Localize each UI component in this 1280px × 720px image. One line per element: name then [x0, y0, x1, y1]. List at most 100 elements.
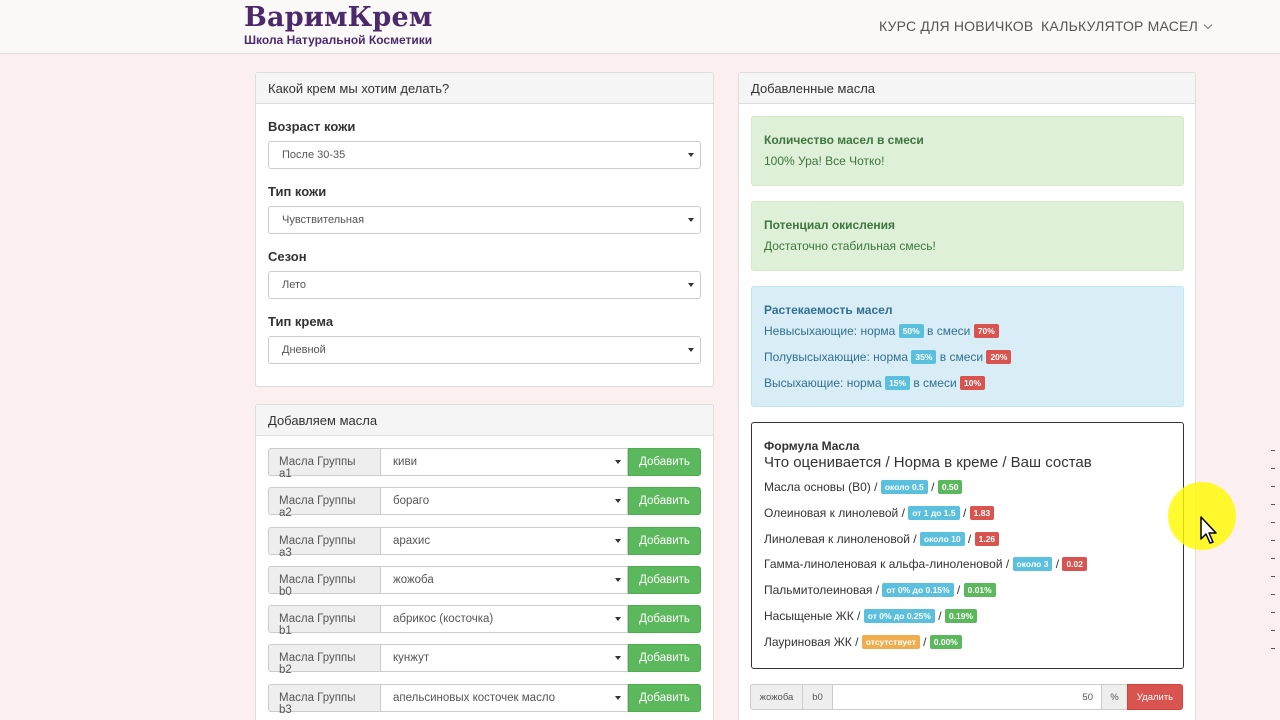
- formula-label: Лауриновая ЖК /: [764, 634, 859, 649]
- formula-label: Пальмитолеиновая /: [764, 583, 880, 598]
- add-oils-panel: Добавляем масла Масла Группы a1 киви Доб…: [255, 404, 714, 720]
- add-oil-button[interactable]: Добавить: [628, 605, 701, 633]
- alert-title: Потенциал окисления: [764, 218, 895, 232]
- formula-line: Насыщеные ЖК / от 0% до 0.25% / 0.19%: [764, 608, 1171, 635]
- in-mix-word: в смеси: [927, 324, 971, 338]
- formula-line: Пальмитолеиновая / от 0% до 0.15% / 0.01…: [764, 583, 1171, 609]
- value-badge: 0.01%: [963, 583, 996, 598]
- nav-link-label: КАЛЬКУЛЯТОР МАСЕЛ: [1041, 18, 1198, 34]
- oil-group-label: Масла Группы a3: [268, 527, 381, 559]
- mix-badge: 10%: [960, 376, 986, 390]
- formula-lines: Масла основы (B0) / около 0.5 / 0.50 Олеи…: [764, 480, 1171, 661]
- norm-badge: 50%: [898, 324, 924, 338]
- oil-select-b3[interactable]: апельсиновых косточек масло: [380, 684, 628, 712]
- add-oil-button[interactable]: Добавить: [628, 566, 701, 594]
- norm-badge: от 1 до 1.5: [908, 505, 960, 520]
- brand-logo[interactable]: ВаримКрем Школа Натуральной Косметики: [244, 2, 433, 46]
- value-badge: 0.19%: [944, 608, 978, 623]
- oxidation-alert: Потенциал окисления Достаточно стабильна…: [751, 201, 1184, 271]
- chevron-down-icon: [1203, 20, 1213, 30]
- caret-down-icon: [688, 283, 694, 287]
- nav-link-label: КУРС ДЛЯ НОВИЧКОВ: [879, 18, 1034, 34]
- select-value: Дневной: [282, 344, 326, 356]
- separator: /: [927, 480, 938, 494]
- oil-select-b2[interactable]: кунжут: [380, 644, 628, 672]
- formula-label: Олеиновая к линолевой /: [764, 505, 905, 520]
- panel-heading: Добавленные масла: [739, 73, 1195, 104]
- in-mix-word: в смеси: [939, 350, 984, 364]
- caret-down-icon: [615, 656, 621, 660]
- separator: /: [934, 608, 945, 623]
- oil-select-b1[interactable]: абрикос (косточка): [380, 605, 628, 633]
- add-oil-button[interactable]: Добавить: [628, 527, 701, 555]
- separator: /: [919, 634, 930, 649]
- select-value: абрикос (косточка): [393, 613, 494, 625]
- norm-badge: от 0% до 0.15%: [882, 583, 954, 598]
- formula-subtitle: Что оценивается / Норма в креме / Ваш со…: [764, 454, 1092, 471]
- formula-label: Масла основы (B0) /: [764, 480, 878, 494]
- brand-subtitle: Школа Натуральной Косметики: [244, 33, 433, 47]
- caret-down-icon: [615, 460, 621, 464]
- oil-quantity-alert: Количество масел в смеси 100% Ура! Все Ч…: [751, 116, 1184, 186]
- alert-text: 100% Ура! Все Чотко!: [764, 154, 885, 168]
- skin-age-label: Возраст кожи: [268, 119, 356, 134]
- oil-select-b0[interactable]: жожоба: [380, 566, 628, 594]
- select-value: киви: [393, 456, 417, 468]
- added-oils-panel: Добавленные масла Количество масел в сме…: [738, 72, 1196, 720]
- value-badge: 0.00%: [929, 634, 962, 649]
- select-value: После 30-35: [282, 149, 346, 161]
- select-value: Чувствительная: [282, 214, 365, 226]
- oil-row-b1: Масла Группы b1 абрикос (косточка) Добав…: [268, 605, 701, 637]
- caret-down-icon: [615, 578, 621, 582]
- skin-age-select[interactable]: После 30-35: [268, 141, 701, 169]
- select-value: жожоба: [393, 574, 434, 586]
- formula-label: Линолевая к линоленовой /: [764, 531, 917, 546]
- caret-down-icon: [615, 539, 621, 543]
- spread-label: Невысыхающие:: [764, 324, 858, 338]
- oil-row-b2: Масла Группы b2 кунжут Добавить: [268, 644, 701, 676]
- formula-line: Масла основы (B0) / около 0.5 / 0.50: [764, 480, 1171, 506]
- oil-group-label: Масла Группы b3: [268, 684, 381, 716]
- skin-type-select[interactable]: Чувствительная: [268, 206, 701, 234]
- formula-line: Гамма-линоленовая к альфа-линоленовой / …: [764, 557, 1171, 583]
- brand-title: ВаримКрем: [244, 2, 433, 33]
- oil-amount-input[interactable]: 50: [832, 684, 1102, 710]
- in-mix-word: в смеси: [913, 376, 957, 390]
- add-oil-button[interactable]: Добавить: [628, 448, 701, 476]
- oil-group-label: Масла Группы b1: [268, 605, 381, 637]
- added-oil-group: b0: [802, 684, 833, 710]
- value-badge: 0.50: [937, 480, 963, 494]
- mix-badge: 70%: [973, 324, 999, 338]
- spread-line: Высыхающие: норма 15% в смеси 10%: [764, 376, 1171, 402]
- delete-oil-button[interactable]: Удалить: [1127, 684, 1183, 710]
- caret-down-icon: [688, 218, 694, 222]
- norm-word: норма: [873, 350, 909, 364]
- value-badge: 0.02: [1062, 557, 1087, 572]
- oil-select-a3[interactable]: арахис: [380, 527, 628, 555]
- formula-line: Лауриновая ЖК / отсутствует / 0.00%: [764, 634, 1171, 661]
- oil-group-label: Масла Группы b0: [268, 566, 381, 598]
- oil-row-a2: Масла Группы a2 бораго Добавить: [268, 487, 701, 519]
- norm-badge: отсутствует: [861, 634, 920, 649]
- select-value: апельсиновых косточек масло: [393, 692, 556, 704]
- add-oil-button[interactable]: Добавить: [628, 644, 701, 672]
- add-oil-button[interactable]: Добавить: [628, 487, 701, 515]
- nav-link-oil-calculator[interactable]: КАЛЬКУЛЯТОР МАСЕЛ: [1041, 18, 1213, 34]
- add-oil-button[interactable]: Добавить: [628, 684, 701, 712]
- oil-row-a1: Масла Группы a1 киви Добавить: [268, 448, 701, 480]
- norm-badge: около 10: [919, 531, 965, 546]
- norm-badge: около 0.5: [880, 480, 928, 494]
- season-select[interactable]: Лето: [268, 271, 701, 299]
- spreadability-alert: Растекаемость масел Невысыхающие: норма …: [751, 286, 1184, 407]
- oil-group-label: Масла Группы a2: [268, 487, 381, 519]
- mix-badge: 20%: [986, 350, 1012, 364]
- nav-link-beginner-course[interactable]: КУРС ДЛЯ НОВИЧКОВ: [879, 18, 1033, 34]
- oil-select-a2[interactable]: бораго: [380, 487, 628, 515]
- cream-type-label: Тип крема: [268, 314, 334, 329]
- norm-badge: около 3: [1012, 557, 1053, 572]
- oil-select-a1[interactable]: киви: [380, 448, 628, 476]
- season-label: Сезон: [268, 249, 307, 264]
- caret-down-icon: [615, 499, 621, 503]
- cream-type-select[interactable]: Дневной: [268, 336, 701, 364]
- formula-title: Формула Масла: [764, 439, 860, 453]
